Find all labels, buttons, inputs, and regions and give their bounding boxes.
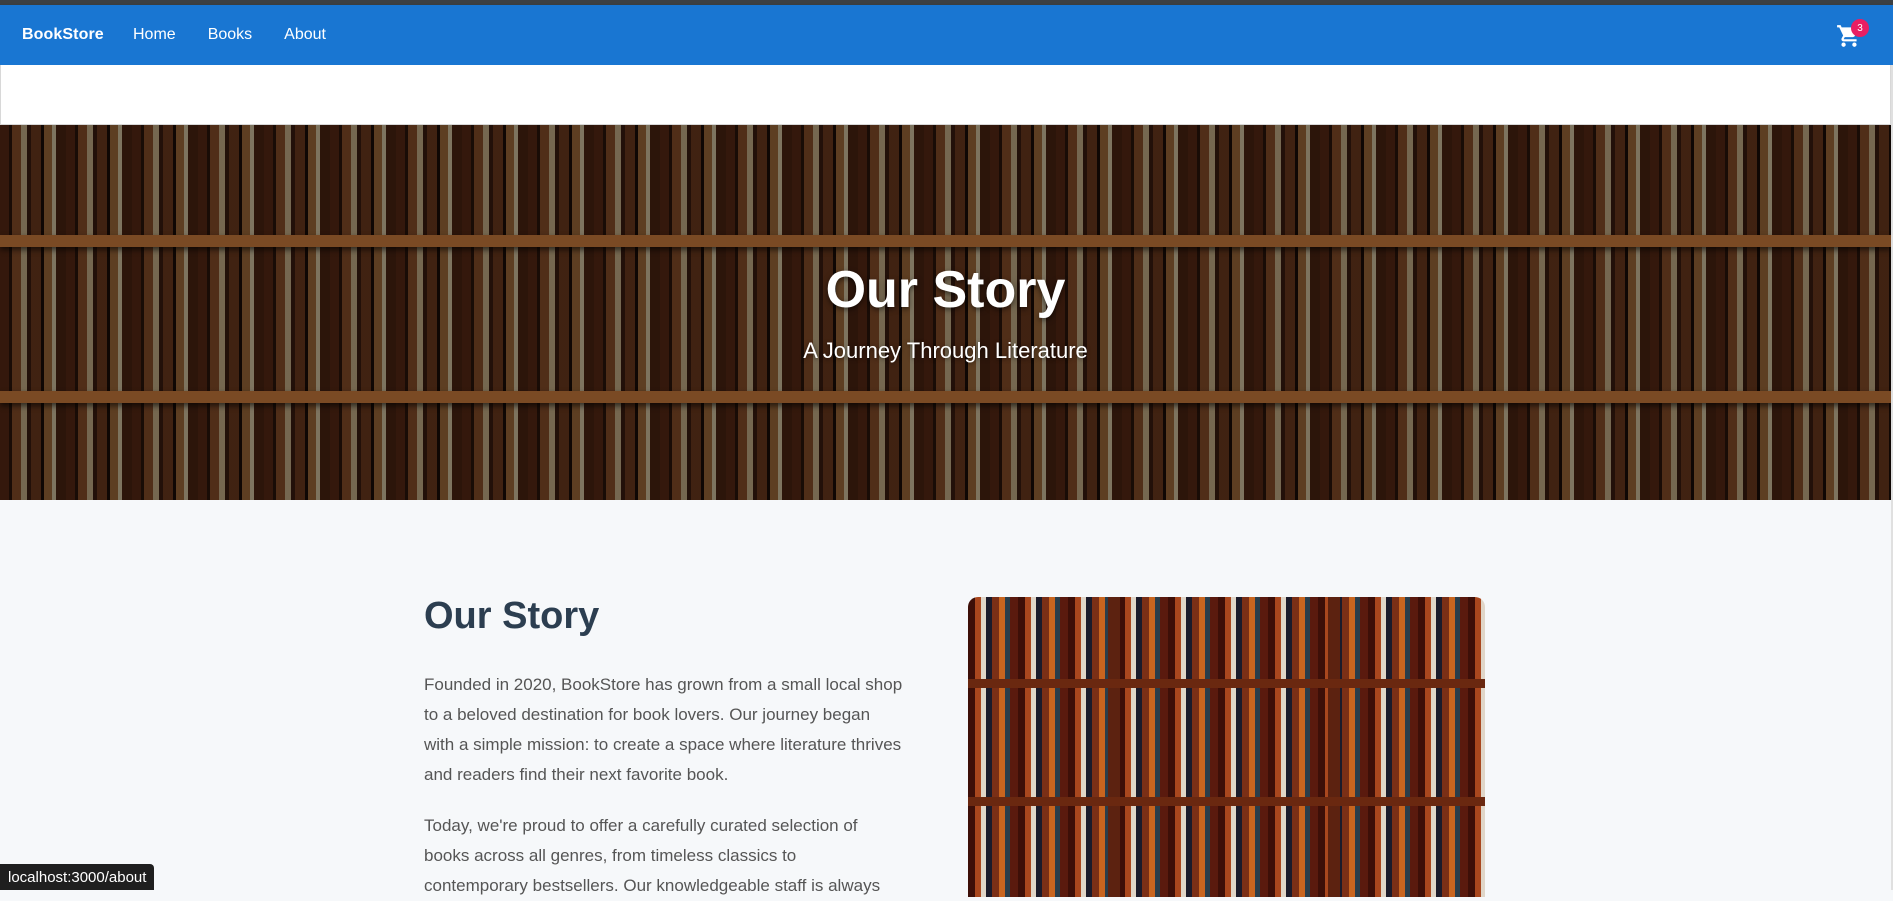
app-bar: BookStore Home Books About 3 — [0, 5, 1893, 65]
image-shelf — [968, 797, 1485, 806]
hero-banner: Our Story A Journey Through Literature — [0, 125, 1891, 500]
image-shelf-divider — [1108, 597, 1120, 897]
hero-shelf — [0, 235, 1891, 247]
story-paragraph: Today, we're proud to offer a carefully … — [424, 816, 881, 895]
bookshelf-image — [968, 597, 1485, 897]
story-heading: Our Story — [424, 595, 600, 637]
hero-shelf — [0, 391, 1891, 403]
cart-count-badge: 3 — [1851, 19, 1869, 37]
toolbar-spacer — [0, 65, 1891, 125]
status-bar-url: localhost:3000/about — [0, 864, 155, 890]
story-paragraph: Founded in 2020, BookStore has grown fro… — [424, 675, 903, 784]
image-shelf-divider — [1328, 597, 1340, 897]
nav-link-home[interactable]: Home — [117, 18, 192, 52]
image-shelf — [968, 679, 1485, 688]
brand-logo[interactable]: BookStore — [22, 26, 104, 44]
nav-link-about[interactable]: About — [268, 18, 342, 52]
nav-link-books[interactable]: Books — [192, 18, 268, 52]
main-nav: Home Books About — [117, 18, 342, 52]
hero-subtitle: A Journey Through Literature — [803, 338, 1088, 363]
hero-title: Our Story — [825, 261, 1066, 319]
story-section: Our Story Founded in 2020, BookStore has… — [0, 500, 1891, 897]
